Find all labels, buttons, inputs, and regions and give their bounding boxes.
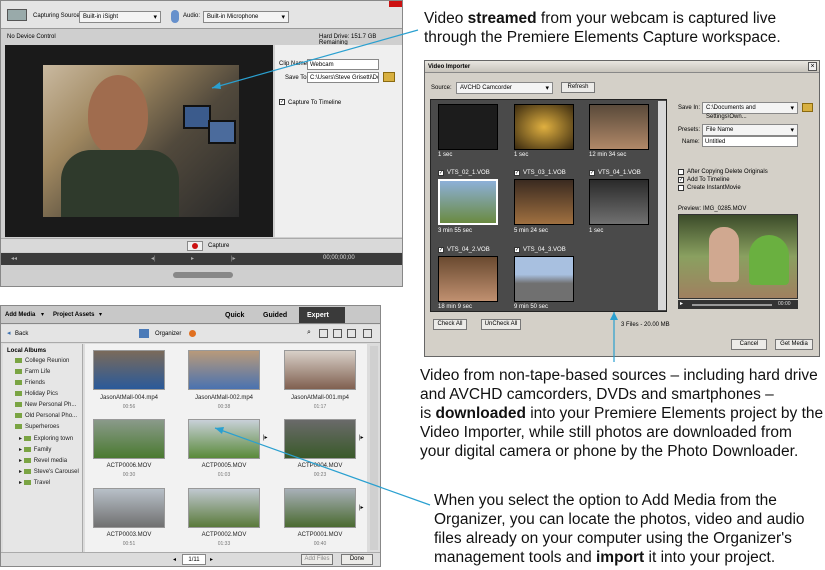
organizer-pointer-arrowhead xyxy=(215,427,224,434)
organizer-pointer-line xyxy=(214,427,431,506)
capture-pointer-line xyxy=(211,29,419,89)
capture-pointer-arrowhead xyxy=(212,82,221,89)
importer-pointer-arrowhead xyxy=(610,312,618,320)
callout-pointers xyxy=(211,29,618,506)
